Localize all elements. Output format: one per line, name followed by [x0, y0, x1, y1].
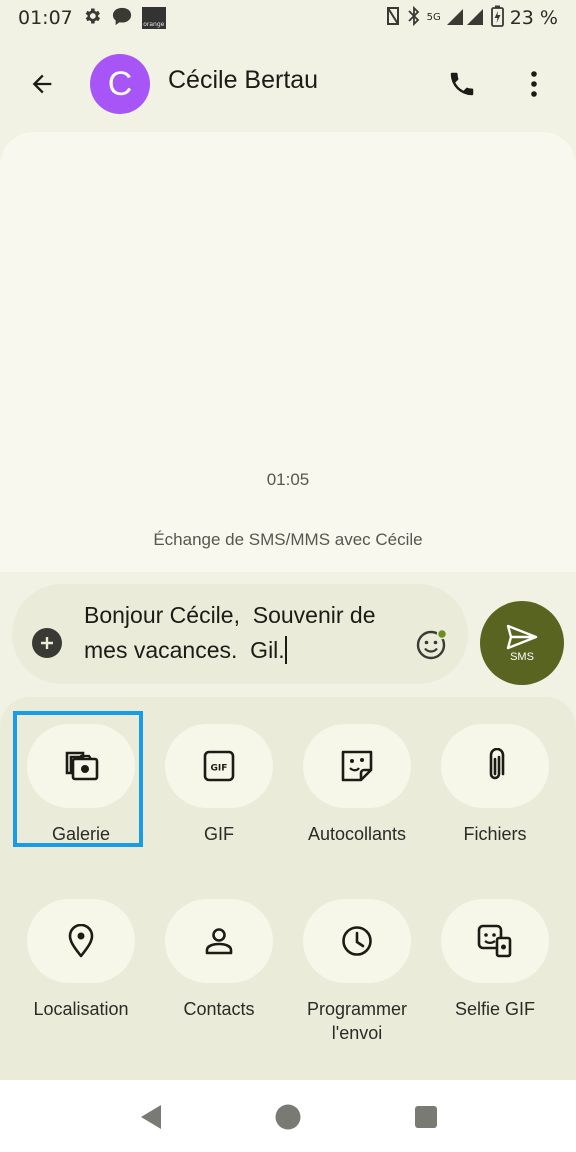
nfc-icon — [385, 6, 401, 31]
status-time: 01:07 — [18, 7, 73, 29]
add-attachment-button[interactable] — [32, 628, 62, 658]
svg-text:GIF: GIF — [211, 764, 228, 774]
conversation-area: 01:05 Échange de SMS/MMS avec Cécile — [0, 132, 576, 572]
attachment-label: Selfie GIF — [454, 999, 536, 1019]
operator-logo-text: orange — [143, 21, 165, 28]
attachment-panel: Galerie GIF GIF Autocollants Fichiers Lo… — [0, 697, 576, 1080]
send-icon — [506, 624, 538, 649]
gallery-icon — [65, 751, 99, 781]
circle-home-icon — [275, 1104, 301, 1130]
attachment-label: Autocollants — [307, 824, 407, 844]
attachment-label: Localisation — [33, 999, 129, 1019]
message-input[interactable]: Bonjour Cécile, Souvenir de mes vacances… — [84, 598, 404, 668]
attachment-gallery[interactable]: Galerie — [12, 724, 150, 846]
chat-bubble-icon — [111, 6, 133, 31]
conversation-info: Échange de SMS/MMS avec Cécile — [153, 530, 423, 549]
contact-avatar[interactable]: C — [90, 54, 150, 114]
nav-back-button[interactable] — [136, 1102, 166, 1132]
attachment-label: Contacts — [183, 999, 255, 1019]
attachment-label: Programmer l'envoi — [306, 999, 408, 1043]
message-timestamp: 01:05 — [266, 470, 310, 489]
attachment-gif-circle[interactable]: GIF — [165, 724, 273, 808]
location-icon — [68, 924, 94, 958]
plus-icon — [41, 637, 53, 649]
battery-level: 23 % — [509, 7, 558, 29]
text-cursor — [284, 636, 287, 664]
arrow-back-icon — [32, 74, 52, 94]
phone-icon — [450, 72, 474, 96]
send-label: SMS — [510, 650, 534, 663]
attachment-label: Galerie — [51, 824, 111, 844]
status-bar: 01:07 orange 5G 23 % — [0, 0, 576, 36]
more-vert-icon — [531, 71, 537, 97]
call-button[interactable] — [440, 62, 484, 106]
attachment-schedule[interactable]: Programmer l'envoi — [288, 899, 426, 1045]
emoji-icon — [416, 628, 448, 660]
triangle-back-icon — [141, 1105, 161, 1129]
nav-home-button[interactable] — [273, 1102, 303, 1132]
more-options-button[interactable] — [512, 62, 556, 106]
send-sms-button[interactable]: SMS — [480, 601, 564, 685]
contact-name[interactable]: Cécile Bertau — [168, 66, 318, 95]
settings-icon — [82, 6, 102, 31]
attachment-contacts[interactable]: Contacts — [150, 899, 288, 1021]
schedule-icon — [342, 926, 372, 956]
nav-recents-button[interactable] — [411, 1102, 441, 1132]
attachment-schedule-circle[interactable] — [303, 899, 411, 983]
attachment-label: GIF — [204, 824, 234, 844]
attachment-contacts-circle[interactable] — [165, 899, 273, 983]
signal-icon — [446, 7, 485, 30]
gif-icon: GIF — [203, 750, 235, 782]
attachment-selfie-gif[interactable]: Selfie GIF — [426, 899, 564, 1021]
conversation-app-bar: C Cécile Bertau — [0, 50, 576, 120]
sticker-icon — [341, 750, 373, 782]
message-text: Bonjour Cécile, Souvenir de mes vacances… — [84, 602, 382, 663]
attachment-files-circle[interactable] — [441, 724, 549, 808]
back-button[interactable] — [20, 62, 64, 106]
network-type: 5G — [426, 12, 441, 23]
attachment-location-circle[interactable] — [27, 899, 135, 983]
attachment-location[interactable]: Localisation — [12, 899, 150, 1021]
attachment-files[interactable]: Fichiers — [426, 724, 564, 846]
attachment-stickers[interactable]: Autocollants — [288, 724, 426, 846]
battery-icon — [490, 5, 504, 32]
compose-field[interactable]: Bonjour Cécile, Souvenir de mes vacances… — [12, 584, 468, 684]
paperclip-icon — [489, 748, 505, 780]
attachment-stickers-circle[interactable] — [303, 724, 411, 808]
bluetooth-icon — [407, 5, 421, 31]
operator-logo: orange — [141, 7, 166, 29]
attachment-gallery-circle[interactable] — [27, 724, 135, 808]
selfie-gif-icon — [477, 924, 512, 958]
square-recents-icon — [415, 1106, 437, 1128]
contact-icon — [205, 928, 233, 955]
attachment-selfie-gif-circle[interactable] — [441, 899, 549, 983]
system-navigation-bar — [0, 1080, 576, 1152]
avatar-initial: C — [107, 64, 133, 103]
attachment-gif[interactable]: GIF GIF — [150, 724, 288, 846]
attachment-label: Fichiers — [463, 824, 527, 844]
emoji-button[interactable] — [414, 626, 450, 662]
